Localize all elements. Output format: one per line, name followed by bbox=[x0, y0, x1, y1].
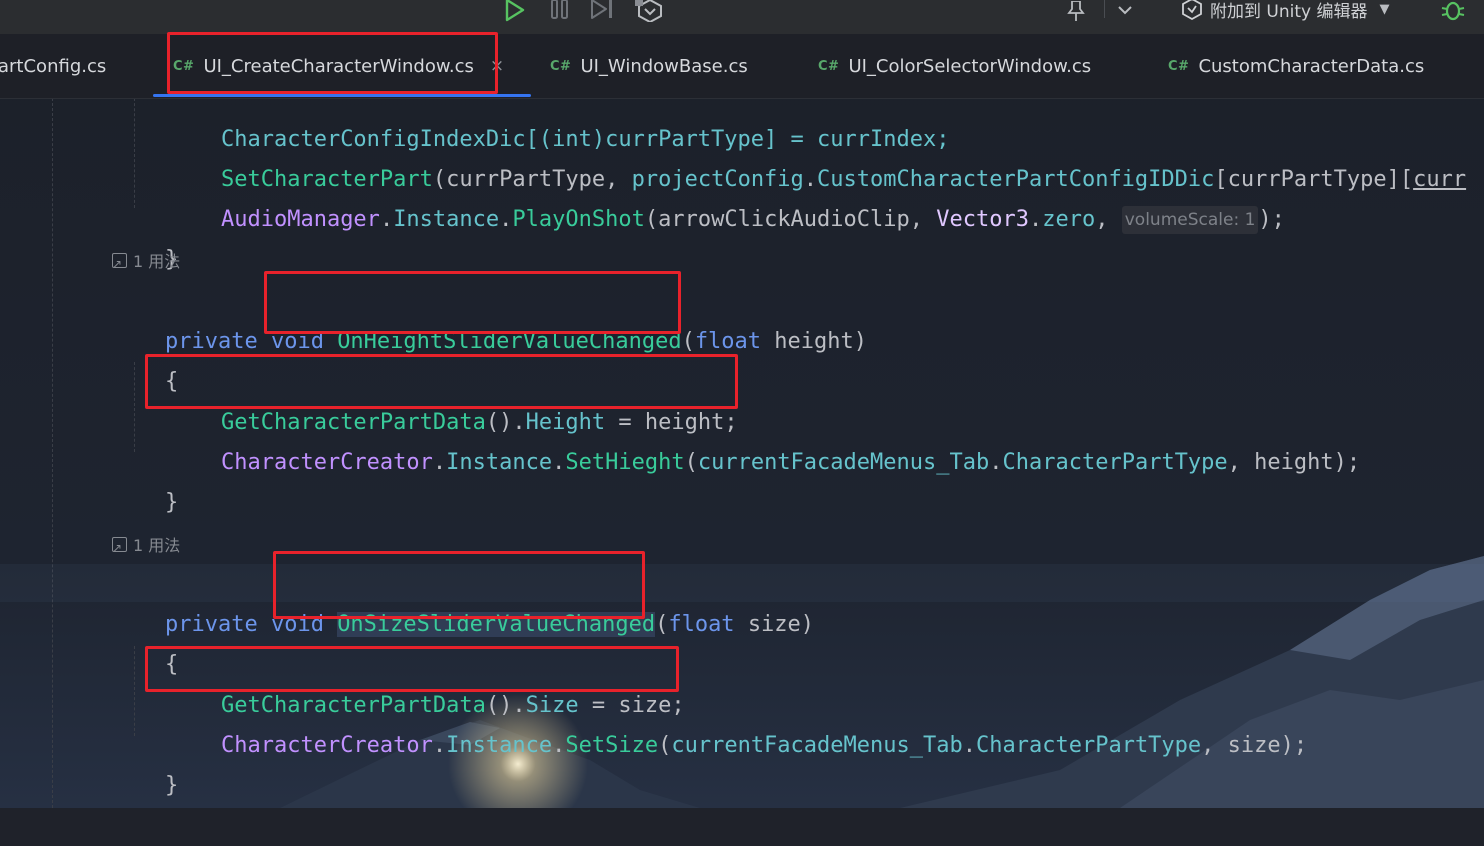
code-line: SetCharacterPart(currPartType, projectCo… bbox=[220, 167, 1467, 192]
tab-label: artConfig.cs bbox=[0, 55, 107, 77]
tab-ui-colorselectorwindow[interactable]: C# UI_ColorSelectorWindow.cs bbox=[818, 34, 1091, 98]
attach-label: 附加到 Unity 编辑器 bbox=[1210, 1, 1368, 22]
code-line: AudioManager.Instance.PlayOnShot(arrowCl… bbox=[220, 206, 1285, 234]
indent-guide bbox=[52, 98, 53, 808]
code-line: } bbox=[164, 490, 179, 515]
code-line: CharacterCreator.Instance.SetHieght(curr… bbox=[220, 450, 1361, 475]
code-line: CharacterCreator.Instance.SetSize(curren… bbox=[220, 733, 1308, 758]
toolbar: 附加到 Unity 编辑器 ▼ bbox=[0, 0, 1484, 34]
debug-unity-icon[interactable] bbox=[634, 0, 666, 22]
tab-label: UI_WindowBase.cs bbox=[580, 55, 748, 77]
parameter-name-hint: volumeScale: 1 bbox=[1121, 206, 1259, 234]
toolbar-separator bbox=[1104, 0, 1105, 18]
pin-icon[interactable] bbox=[1064, 0, 1088, 22]
annotation-box-active-tab bbox=[167, 32, 498, 94]
usage-link-icon bbox=[112, 250, 127, 278]
tab-label: UI_ColorSelectorWindow.cs bbox=[848, 55, 1092, 77]
annotation-box-size-method bbox=[273, 551, 645, 619]
attach-chevron-icon: ▼ bbox=[1379, 1, 1390, 17]
step-icon[interactable] bbox=[588, 0, 618, 22]
usage-count-hint[interactable]: 1 用法 bbox=[112, 248, 180, 278]
code-line: { bbox=[164, 652, 179, 677]
code-line: } bbox=[164, 773, 179, 798]
code-line: } bbox=[164, 247, 179, 272]
indent-guide bbox=[134, 98, 135, 208]
attach-to-unity-button[interactable]: 附加到 Unity 编辑器 ▼ bbox=[1180, 0, 1390, 22]
csharp-file-icon: C# bbox=[818, 58, 840, 74]
csharp-file-icon: C# bbox=[1168, 58, 1190, 74]
usage-count-hint[interactable]: 1 用法 bbox=[112, 532, 180, 562]
tab-customcharacterdata[interactable]: C# CustomCharacterData.cs bbox=[1168, 34, 1424, 98]
chevron-down-icon[interactable] bbox=[1114, 0, 1136, 22]
active-tab-indicator bbox=[153, 94, 531, 97]
pause-icon[interactable] bbox=[546, 0, 574, 22]
annotation-box-size-assignment bbox=[145, 646, 679, 692]
tab-label: CustomCharacterData.cs bbox=[1198, 55, 1425, 77]
tab-ui-windowbase[interactable]: C# UI_WindowBase.cs bbox=[550, 34, 748, 98]
tab-artconfig[interactable]: artConfig.cs bbox=[0, 34, 106, 98]
bug-icon[interactable] bbox=[1438, 0, 1468, 22]
run-icon[interactable] bbox=[500, 0, 530, 22]
code-editor[interactable]: CharacterConfigIndexDic[(int)currPartTyp… bbox=[0, 98, 1484, 808]
unity-attach-icon bbox=[1182, 0, 1202, 20]
csharp-file-icon: C# bbox=[550, 58, 572, 74]
annotation-box-height-method bbox=[264, 271, 681, 334]
annotation-box-height-assignment bbox=[145, 354, 738, 409]
usage-link-icon bbox=[112, 534, 127, 562]
